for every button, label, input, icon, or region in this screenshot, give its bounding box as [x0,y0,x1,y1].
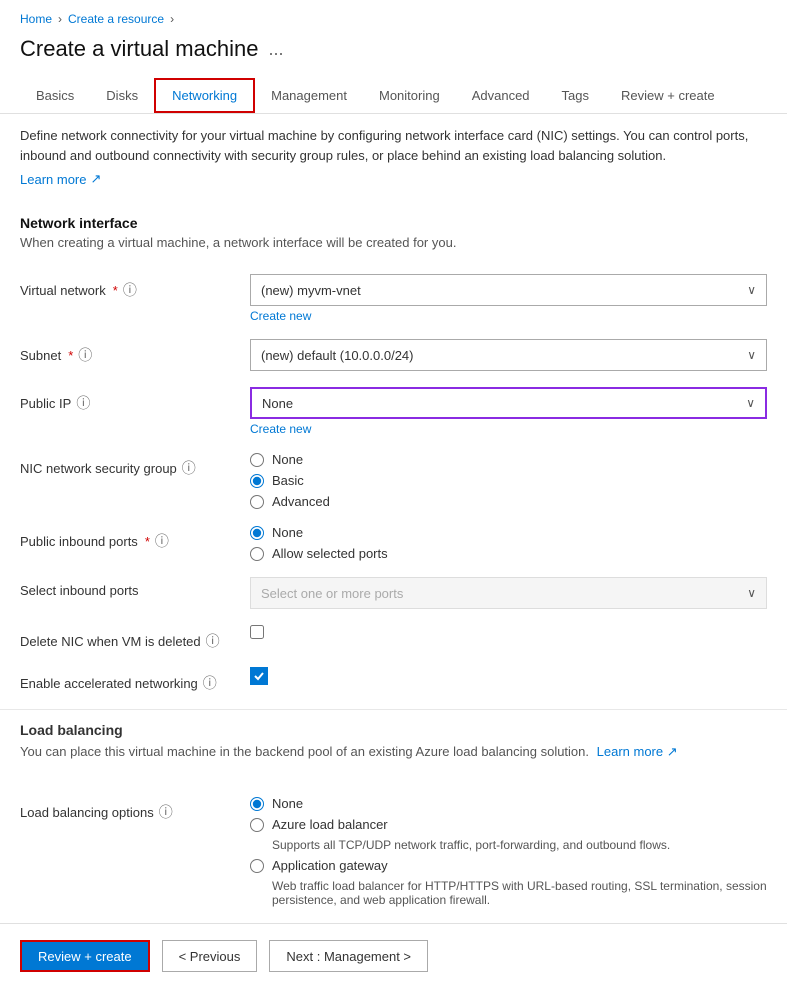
breadcrumb-create-resource[interactable]: Create a resource [68,12,164,26]
select-inbound-label: Select inbound ports [20,583,139,598]
inbound-ports-control: None Allow selected ports [250,525,767,561]
tabs-nav: Basics Disks Networking Management Monit… [0,78,787,114]
lb-option-none[interactable]: None [250,796,767,811]
load-balancing-options-row: Load balancing options ⓘ None Azure load… [0,788,787,915]
delete-nic-label: Delete NIC when VM is deleted [20,634,201,649]
load-balancing-desc: You can place this virtual machine in th… [20,744,767,760]
chevron-down-icon: ∨ [746,396,755,410]
network-interface-title: Network interface [20,215,767,231]
accelerated-networking-control [250,667,767,685]
lb-azure-sub-desc: Supports all TCP/UDP network traffic, po… [272,838,767,852]
network-interface-section: Network interface When creating a virtua… [0,203,787,266]
delete-nic-control [250,625,767,639]
public-ip-info-icon[interactable]: ⓘ [76,393,90,413]
tab-disks[interactable]: Disks [90,80,154,111]
virtual-network-control: (new) myvm-vnet ∨ Create new [250,274,767,323]
public-ip-select[interactable]: None ∨ [250,387,767,419]
inbound-ports-info-icon[interactable]: ⓘ [155,531,169,551]
nic-security-basic[interactable]: Basic [250,473,767,488]
accelerated-networking-info-icon[interactable]: ⓘ [203,673,217,693]
public-ip-control: None ∨ Create new [250,387,767,436]
subnet-select[interactable]: (new) default (10.0.0.0/24) ∨ [250,339,767,371]
external-link-icon: ↗ [90,171,101,187]
select-inbound-control: Select one or more ports ∨ [250,577,767,609]
learn-more-link[interactable]: Learn more ↗ [0,171,787,203]
virtual-network-row: Virtual network * ⓘ (new) myvm-vnet ∨ Cr… [0,266,787,331]
nic-security-info-icon[interactable]: ⓘ [182,458,196,478]
tab-management[interactable]: Management [255,80,363,111]
footer: Review + create < Previous Next : Manage… [0,923,787,988]
public-ip-label: Public IP [20,396,71,411]
subnet-row: Subnet * ⓘ (new) default (10.0.0.0/24) ∨ [0,331,787,379]
virtual-network-info-icon[interactable]: ⓘ [123,280,137,300]
delete-nic-checkbox[interactable] [250,625,767,639]
chevron-down-icon: ∨ [747,586,756,600]
inbound-ports-radio-group: None Allow selected ports [250,525,767,561]
load-balancing-learn-more[interactable]: Learn more ↗ [597,744,678,759]
chevron-down-icon: ∨ [747,348,756,362]
public-inbound-ports-row: Public inbound ports * ⓘ None Allow sele… [0,517,787,569]
tab-advanced[interactable]: Advanced [456,80,546,111]
nic-security-radio-group: None Basic Advanced [250,452,767,509]
load-balancing-title: Load balancing [20,722,767,738]
tab-tags[interactable]: Tags [546,80,605,111]
load-balancing-options-info-icon[interactable]: ⓘ [159,802,173,822]
load-balancing-options-control: None Azure load balancer Supports all TC… [250,796,767,907]
tab-review-create[interactable]: Review + create [605,80,731,111]
virtual-network-select[interactable]: (new) myvm-vnet ∨ [250,274,767,306]
public-ip-row: Public IP ⓘ None ∨ Create new [0,379,787,444]
lb-appgw-sub-desc: Web traffic load balancer for HTTP/HTTPS… [272,879,767,907]
accelerated-networking-label: Enable accelerated networking [20,676,198,691]
load-balancing-radio-group: None Azure load balancer Supports all TC… [250,796,767,907]
inbound-ports-label: Public inbound ports [20,534,138,549]
nic-security-group-row: NIC network security group ⓘ None Basic … [0,444,787,517]
chevron-down-icon: ∨ [747,283,756,297]
subnet-label: Subnet [20,348,61,363]
load-balancing-section: Load balancing You can place this virtua… [0,718,787,788]
page-header: Create a virtual machine ... [0,32,787,78]
nic-security-label: NIC network security group [20,461,177,476]
nic-security-none[interactable]: None [250,452,767,467]
nic-security-control: None Basic Advanced [250,452,767,509]
more-options-icon[interactable]: ... [268,39,283,60]
lb-option-azure-lb[interactable]: Azure load balancer [250,817,767,832]
breadcrumb-home[interactable]: Home [20,12,52,26]
subnet-info-icon[interactable]: ⓘ [78,345,92,365]
delete-nic-info-icon[interactable]: ⓘ [206,631,220,651]
subnet-control: (new) default (10.0.0.0/24) ∨ [250,339,767,371]
inbound-ports-allow[interactable]: Allow selected ports [250,546,767,561]
select-inbound-ports-row: Select inbound ports Select one or more … [0,569,787,617]
public-ip-create-new[interactable]: Create new [250,422,767,436]
tab-networking[interactable]: Networking [154,78,255,113]
tab-basics[interactable]: Basics [20,80,90,111]
select-inbound-ports-select[interactable]: Select one or more ports ∨ [250,577,767,609]
accelerated-networking-checkbox[interactable] [250,667,767,685]
lb-option-app-gateway[interactable]: Application gateway [250,858,767,873]
network-interface-desc: When creating a virtual machine, a netwo… [20,235,767,250]
section-description: Define network connectivity for your vir… [0,114,787,171]
external-link-icon: ↗ [667,744,678,759]
tab-monitoring[interactable]: Monitoring [363,80,456,111]
virtual-network-label: Virtual network [20,283,106,298]
load-balancing-options-label: Load balancing options [20,805,154,820]
nic-security-advanced[interactable]: Advanced [250,494,767,509]
next-button[interactable]: Next : Management > [269,940,428,972]
delete-nic-row: Delete NIC when VM is deleted ⓘ [0,617,787,659]
page-title: Create a virtual machine [20,36,258,62]
virtual-network-create-new[interactable]: Create new [250,309,767,323]
inbound-ports-none[interactable]: None [250,525,767,540]
breadcrumb: Home › Create a resource › [0,0,787,32]
previous-button[interactable]: < Previous [162,940,258,972]
review-create-button[interactable]: Review + create [20,940,150,972]
accelerated-networking-row: Enable accelerated networking ⓘ [0,659,787,701]
